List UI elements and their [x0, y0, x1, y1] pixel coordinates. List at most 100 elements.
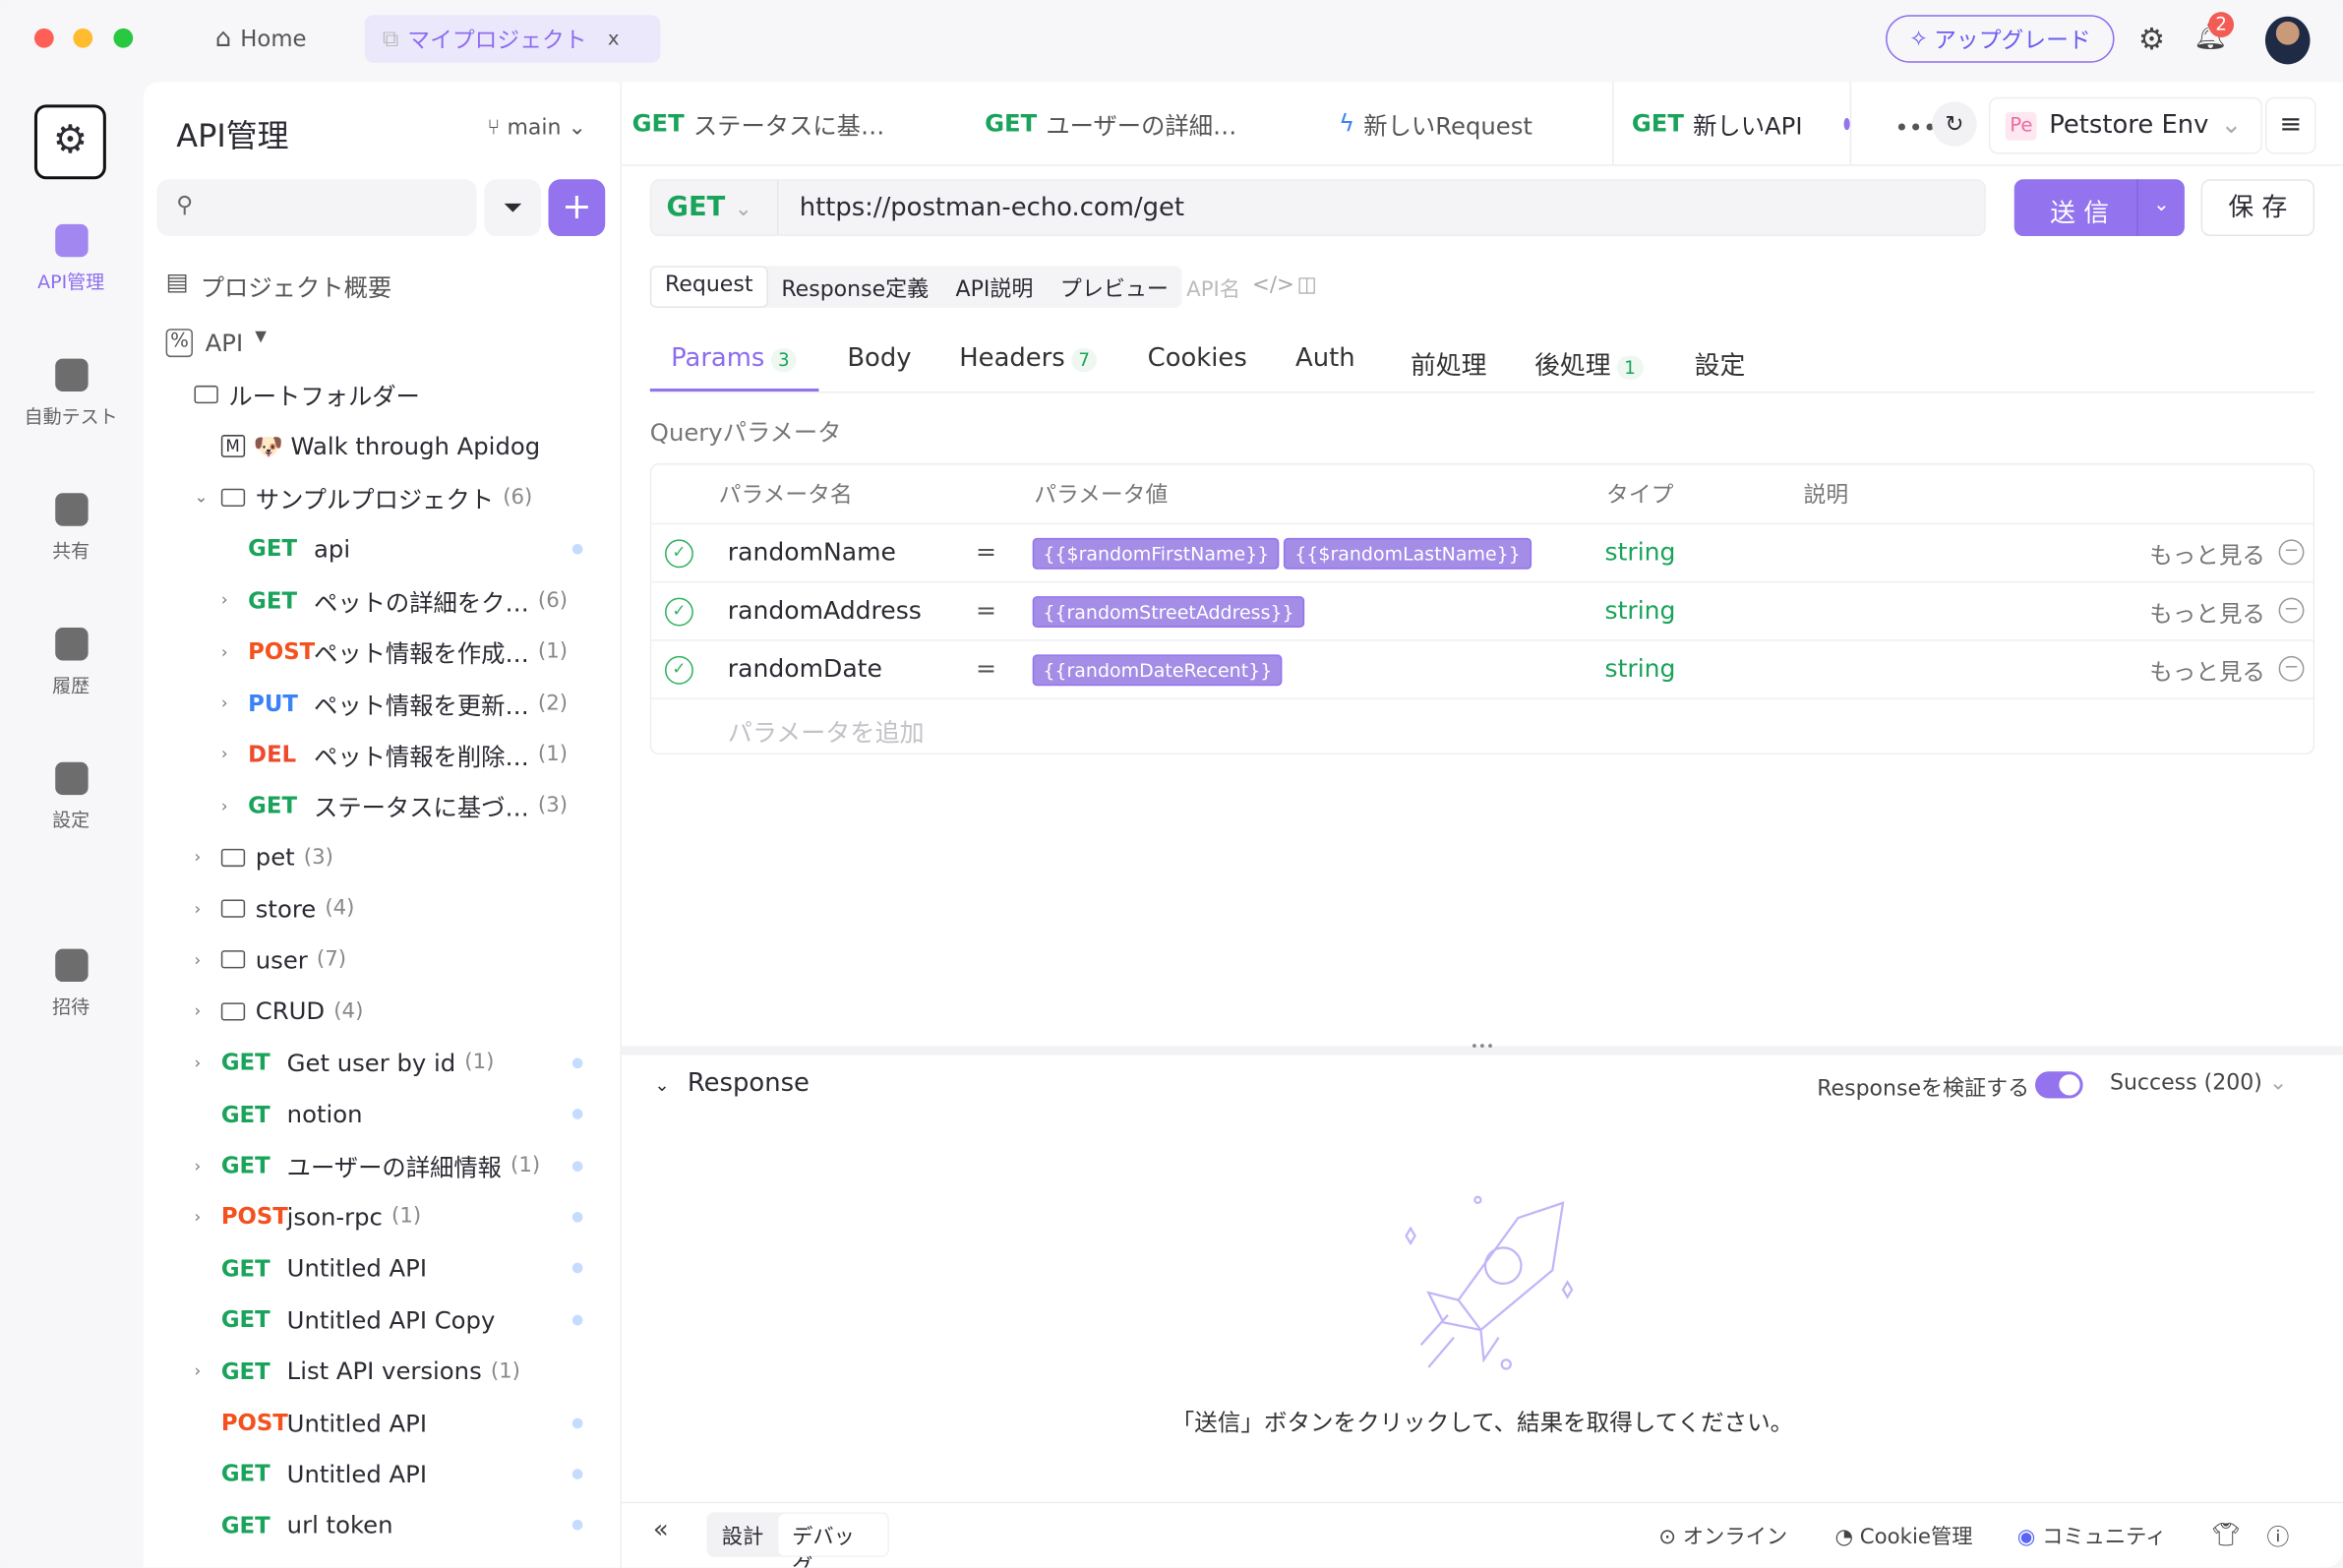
api-item[interactable]: › POST json-rpc (1): [144, 1191, 622, 1242]
collapse-sidebar-icon[interactable]: «: [653, 1515, 669, 1544]
api-item[interactable]: › GET Get user by id (1): [144, 1037, 622, 1088]
enabled-checkbox[interactable]: ✓: [664, 539, 693, 569]
param-type[interactable]: string: [1605, 538, 1676, 567]
api-item[interactable]: POST Untitled API: [144, 1397, 622, 1448]
api-item[interactable]: GET notion: [144, 1089, 622, 1140]
api-item[interactable]: › POST ペット情報を作成… (1): [144, 626, 622, 677]
chevron-right-icon[interactable]: ›: [221, 796, 228, 815]
chevron-right-icon[interactable]: ›: [194, 1001, 201, 1021]
community-link[interactable]: ◉ コミュニティ: [2017, 1521, 2167, 1550]
project-tab[interactable]: ⧉ マイプロジェクト x: [364, 15, 661, 63]
api-item[interactable]: GET Untitled API: [144, 1448, 622, 1499]
chevron-right-icon[interactable]: ›: [194, 899, 201, 919]
mode-tab[interactable]: プレビュー: [1047, 266, 1181, 308]
search-input[interactable]: ⚲: [156, 179, 477, 237]
tab-設定[interactable]: 設定: [1695, 343, 1746, 381]
api-item[interactable]: › GET ペットの詳細をク… (6): [144, 574, 622, 626]
response-header[interactable]: ⌄ Response: [654, 1068, 810, 1101]
mode-tab[interactable]: Response定義: [768, 266, 942, 308]
enabled-checkbox[interactable]: ✓: [664, 655, 693, 685]
param-name[interactable]: randomAddress: [728, 596, 922, 625]
more-tabs-icon[interactable]: •••: [1894, 113, 1937, 142]
folder-item[interactable]: › pet (3): [144, 831, 622, 882]
remove-icon[interactable]: −: [2278, 655, 2305, 682]
home-tab[interactable]: ⌂ Home: [198, 15, 325, 63]
request-tab[interactable]: GET ユーザーの詳細…: [985, 83, 1325, 165]
tab-cookies[interactable]: Cookies: [1148, 343, 1247, 373]
api-item[interactable]: › PUT ペット情報を更新… (2): [144, 678, 622, 729]
tab-前処理[interactable]: 前処理: [1411, 343, 1486, 381]
response-status-select[interactable]: Success (200) ⌄: [2110, 1071, 2287, 1095]
chevron-right-icon[interactable]: ›: [194, 1054, 201, 1073]
branch-selector[interactable]: ⑂ main ⌄: [487, 116, 586, 140]
more-button[interactable]: もっと見る: [2149, 538, 2265, 571]
validate-response-toggle[interactable]: [2035, 1071, 2083, 1099]
send-dropdown-icon[interactable]: ⌄: [2136, 179, 2185, 237]
folder-item[interactable]: › store (4): [144, 883, 622, 935]
param-name[interactable]: randomName: [728, 538, 896, 567]
close-tab-icon[interactable]: x: [608, 28, 620, 50]
api-item[interactable]: GET Untitled API Copy: [144, 1295, 622, 1346]
refresh-icon[interactable]: ↻: [1932, 101, 1977, 147]
param-value[interactable]: {{randomDateRecent}}: [1032, 654, 1288, 687]
folder-item[interactable]: › CRUD (4): [144, 986, 622, 1037]
send-button[interactable]: 送 信 ⌄: [2013, 179, 2185, 237]
param-type[interactable]: string: [1605, 654, 1676, 683]
mode-tab[interactable]: Request: [649, 266, 768, 308]
add-param-input[interactable]: パラメータを追加: [728, 713, 925, 749]
folder-item[interactable]: ルートフォルダー: [144, 369, 622, 420]
chevron-down-icon[interactable]: ⌄: [194, 488, 208, 508]
remove-icon[interactable]: −: [2278, 539, 2305, 566]
maximize-window-button[interactable]: [113, 28, 134, 48]
chevron-right-icon[interactable]: ›: [194, 1361, 201, 1381]
close-window-button[interactable]: [33, 28, 54, 48]
rail-item-api[interactable]: API管理: [0, 223, 142, 294]
rail-item-invite[interactable]: 招待: [0, 948, 142, 1019]
chevron-right-icon[interactable]: ›: [221, 745, 228, 764]
rail-item-settings[interactable]: 設定: [0, 761, 142, 832]
folder-item[interactable]: M 🐶 Walk through Apidog: [144, 420, 622, 471]
chevron-right-icon[interactable]: ›: [194, 950, 201, 970]
minimize-window-button[interactable]: [73, 28, 93, 48]
tab-params[interactable]: Params 3: [671, 343, 798, 374]
chevron-right-icon[interactable]: ›: [221, 590, 228, 610]
api-item[interactable]: GET url token: [144, 1500, 622, 1551]
api-item[interactable]: › GET ステータスに基づ… (3): [144, 780, 622, 831]
chevron-right-icon[interactable]: ›: [221, 694, 228, 713]
chevron-right-icon[interactable]: ›: [221, 642, 228, 662]
chevron-right-icon[interactable]: ›: [194, 848, 201, 868]
api-root[interactable]: % API ▼: [165, 329, 267, 358]
folder-item[interactable]: ⌄ サンプルプロジェクト (6): [144, 472, 622, 523]
avatar[interactable]: [2264, 16, 2311, 65]
add-button[interactable]: +: [548, 179, 606, 237]
tab-後処理[interactable]: 後処理 1: [1534, 343, 1644, 381]
project-overview-link[interactable]: ▤ プロジェクト概要: [166, 268, 392, 303]
tab-auth[interactable]: Auth: [1295, 343, 1355, 373]
param-name[interactable]: randomDate: [728, 654, 882, 683]
api-item[interactable]: › GET List API versions (1): [144, 1346, 622, 1397]
rail-item-share[interactable]: 共有: [0, 493, 142, 563]
mode-tab[interactable]: API説明: [942, 266, 1047, 308]
save-button[interactable]: 保 存: [2200, 179, 2315, 237]
rail-item-history[interactable]: 履歴: [0, 628, 142, 697]
enabled-checkbox[interactable]: ✓: [664, 597, 693, 627]
more-button[interactable]: もっと見る: [2149, 596, 2265, 629]
folder-item[interactable]: › user (7): [144, 935, 622, 986]
remove-icon[interactable]: −: [2278, 597, 2305, 624]
request-tab[interactable]: ϟ 新しいRequest: [1339, 83, 1612, 165]
cookie-manager[interactable]: ◔ Cookie管理: [1834, 1521, 1972, 1550]
debug-mode-button[interactable]: デバッグ: [778, 1513, 888, 1568]
online-status[interactable]: ⊙ オンライン: [1658, 1521, 1787, 1550]
gear-icon[interactable]: ⚙: [2138, 21, 2165, 56]
param-value[interactable]: {{randomStreetAddress}}: [1032, 596, 1309, 629]
menu-icon[interactable]: ≡: [2264, 96, 2316, 154]
upgrade-button[interactable]: ✧ アップグレード: [1886, 15, 2115, 63]
tab-headers[interactable]: Headers 7: [959, 343, 1098, 374]
resize-handle[interactable]: •••: [621, 1041, 2343, 1055]
request-tab[interactable]: GET 新しいAPI: [1612, 82, 1852, 165]
param-value[interactable]: {{$randomFirstName}} {{$randomLastName}}: [1032, 537, 1535, 570]
rail-item-test[interactable]: 自動テスト: [0, 358, 142, 429]
method-select[interactable]: GET ⌄: [651, 180, 779, 235]
api-item[interactable]: GET api: [144, 523, 622, 574]
api-item[interactable]: › GET ユーザーの詳細情報 (1): [144, 1140, 622, 1191]
